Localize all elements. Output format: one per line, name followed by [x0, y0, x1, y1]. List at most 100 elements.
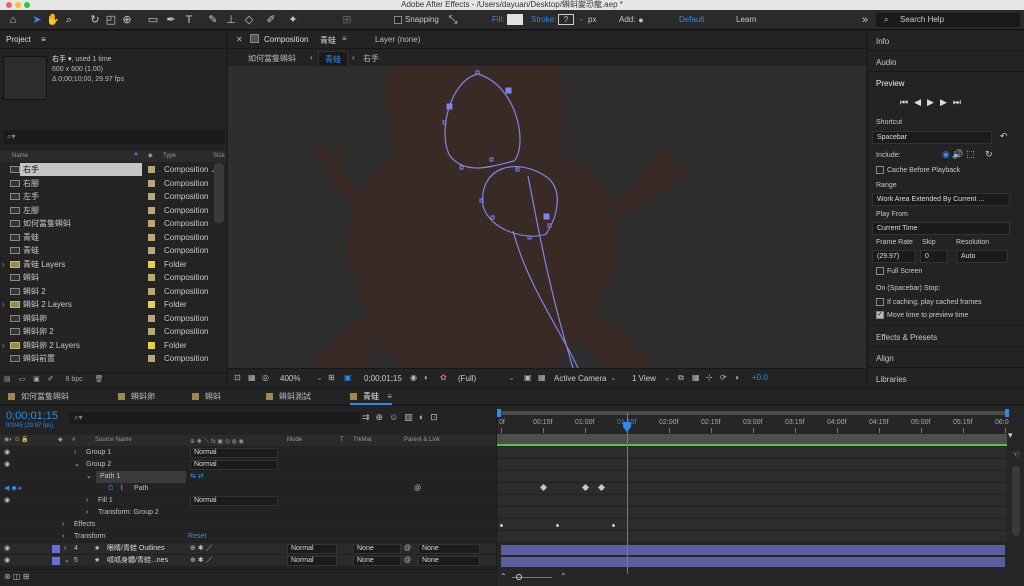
label-color-swatch[interactable]	[148, 179, 155, 187]
chevron-right-icon[interactable]: ›	[62, 519, 64, 531]
layer-row-group2[interactable]: ◉ ⌄ Group 2 Normal	[0, 459, 496, 471]
transform-label[interactable]: Transform	[74, 531, 106, 543]
eye-icon[interactable]: ◉	[4, 447, 10, 459]
group1-label[interactable]: Group 1	[86, 447, 111, 459]
keyframe-dot[interactable]	[612, 524, 615, 527]
track-row[interactable]	[497, 507, 1007, 519]
layer-row-5[interactable]: ◉ ⌄ 5 ★ 呱呱身體/青蛙...nes ⊕ ✱ ／ Normal None …	[0, 555, 496, 567]
snapping-checkbox[interactable]	[394, 15, 402, 24]
play-from-dropdown[interactable]: Current Time	[872, 222, 1010, 235]
region-of-interest-icon[interactable]: ⊡	[234, 369, 241, 387]
stopwatch-icon[interactable]: ⏱	[108, 483, 113, 495]
3d-view-icon[interactable]: ⧉	[678, 369, 684, 387]
camera-tool-icon[interactable]: ◰	[104, 12, 118, 28]
layer-switches[interactable]: ⊕ ✱ ／	[190, 555, 213, 567]
eye-icon[interactable]: ◉	[4, 495, 10, 507]
trkmat-dropdown[interactable]: None	[353, 544, 401, 554]
label-color-swatch[interactable]	[148, 206, 155, 214]
project-item[interactable]: 左手 Composition	[0, 190, 226, 203]
chevron-right-icon[interactable]: ›	[74, 447, 76, 459]
keyframe-nav-icon[interactable]: ◀ ◆ ▸	[4, 483, 22, 495]
resolution-dropdown[interactable]: (Full)	[458, 373, 476, 384]
sort-arrow-icon[interactable]: ▲	[133, 151, 139, 157]
col-trkmat[interactable]: TrkMat	[353, 437, 371, 443]
col-hash[interactable]: #	[72, 437, 75, 443]
composition-tab-name[interactable]: 青蛙	[320, 35, 336, 46]
blend-mode-dropdown[interactable]: Normal	[190, 448, 278, 458]
switches-icons[interactable]: ⊕ ✱ ＼ fx ▣ ◎ ◍ ◉	[190, 436, 244, 445]
motion-blur-icon[interactable]: ⟳	[720, 369, 727, 387]
track-row[interactable]	[497, 459, 1007, 471]
pick-whip-icon[interactable]: @	[404, 555, 411, 567]
cache-before-playback[interactable]: Cache Before Playback	[876, 166, 960, 174]
motion-blur-icon[interactable]: ◐	[419, 412, 430, 422]
breadcrumb-item[interactable]: 右手	[363, 53, 379, 64]
shy-icon[interactable]: ☺	[389, 412, 404, 422]
stroke-swatch[interactable]: ?	[558, 14, 574, 25]
workspace-learn[interactable]: Learn	[736, 14, 756, 26]
project-item[interactable]: 蝌蚪卵 2 Composition	[0, 325, 226, 338]
if-caching-option[interactable]: If caching, play cached frames	[876, 298, 982, 306]
layer-row-4[interactable]: ◉ › 4 ★ 眼睛/青蛙 Outlines ⊕ ✱ ／ Normal None…	[0, 543, 496, 555]
label-color-swatch[interactable]	[148, 301, 155, 308]
project-item[interactable]: 蝌蚪前置 Composition	[0, 352, 226, 365]
rotate-tool-icon[interactable]: ↻	[88, 12, 102, 28]
selected-item-name[interactable]: 右手 ▾	[52, 56, 71, 63]
label-column-icon[interactable]: ◆	[58, 436, 63, 443]
track-row[interactable]	[497, 531, 1007, 543]
group2-label[interactable]: Group 2	[86, 459, 111, 471]
new-folder-icon[interactable]: ▭	[19, 376, 26, 383]
label-color-swatch[interactable]	[148, 341, 155, 349]
zoom-window-button[interactable]	[24, 2, 30, 8]
libraries-panel-header[interactable]: Libraries	[876, 375, 907, 384]
chevron-right-icon[interactable]: ›	[2, 298, 5, 311]
chevron-right-icon[interactable]: ›	[86, 507, 88, 519]
timeline-tab[interactable]: 蝌蚪	[192, 389, 221, 405]
path-label[interactable]: Path	[134, 483, 148, 495]
timeline-tab[interactable]: 青蛙 ≡	[350, 389, 392, 405]
chevron-down-icon[interactable]: ⌄	[64, 555, 70, 567]
timeline-timecode[interactable]: 0;00;01;15	[6, 410, 58, 422]
label-color-swatch[interactable]	[148, 233, 155, 241]
viewer-timecode[interactable]: 0;00;01;15	[364, 373, 402, 384]
toggle-transparency-icon[interactable]: ▦	[538, 369, 546, 387]
preview-panel-header[interactable]: Preview	[876, 79, 904, 88]
col-type[interactable]: Type	[163, 153, 176, 159]
eye-icon[interactable]: ◉	[4, 543, 10, 555]
grid-guide-icon[interactable]: ▦	[248, 369, 256, 387]
layer-switches[interactable]: ⊕ ✱ ／	[190, 543, 213, 555]
rectangle-tool-icon[interactable]: ▭	[146, 12, 160, 28]
eye-icon[interactable]: ◉	[4, 459, 10, 471]
preview-icon[interactable]: ▦	[692, 369, 700, 387]
last-frame-icon[interactable]: ⏭	[953, 97, 967, 107]
transparency-grid-icon[interactable]: ▣	[344, 369, 352, 387]
audio-panel-header[interactable]: Audio	[876, 58, 896, 67]
track-row[interactable]	[497, 471, 1007, 483]
stroke-width-value[interactable]: -	[580, 14, 583, 26]
play-icon[interactable]: ▶	[927, 97, 940, 107]
label-column-icon[interactable]: ◆	[148, 152, 153, 159]
project-item[interactable]: 右手Composition⛬	[0, 163, 226, 176]
pick-whip-icon[interactable]: @	[414, 483, 421, 495]
graph-editor-icon[interactable]: ⊡	[430, 412, 444, 422]
pen-tool-icon[interactable]: ✒	[164, 12, 178, 28]
chevron-right-icon[interactable]: ›	[62, 531, 64, 543]
panel-menu-icon[interactable]: ≡	[41, 35, 46, 44]
blend-mode-dropdown[interactable]: Normal	[190, 460, 278, 470]
zoom-slider[interactable]: ⌃ ⌃	[500, 572, 600, 582]
snapshot-camera-icon[interactable]: ◉	[410, 369, 417, 387]
chevron-right-icon[interactable]: ›	[86, 495, 88, 507]
pick-whip-icon[interactable]: @	[404, 543, 411, 555]
fill1-label[interactable]: Fill 1	[98, 495, 113, 507]
timeline-tab[interactable]: 蝌蚪卵	[118, 389, 155, 405]
layer-bar-4[interactable]	[501, 545, 1005, 555]
frame-blending-icon[interactable]: ▥	[404, 412, 419, 422]
range-dropdown[interactable]: Work Area Extended By Current ...	[872, 193, 1010, 206]
zoom-thumb[interactable]	[516, 574, 522, 580]
keyframe-dot[interactable]	[556, 524, 559, 527]
blend-mode-dropdown[interactable]: Normal	[287, 544, 337, 554]
col-parent[interactable]: Parent & Link	[404, 437, 440, 443]
layer-name[interactable]: 眼睛/青蛙 Outlines	[107, 543, 165, 555]
include-audio-icon[interactable]: 🔊	[952, 149, 963, 159]
full-screen-option[interactable]: Full Screen	[876, 267, 922, 275]
